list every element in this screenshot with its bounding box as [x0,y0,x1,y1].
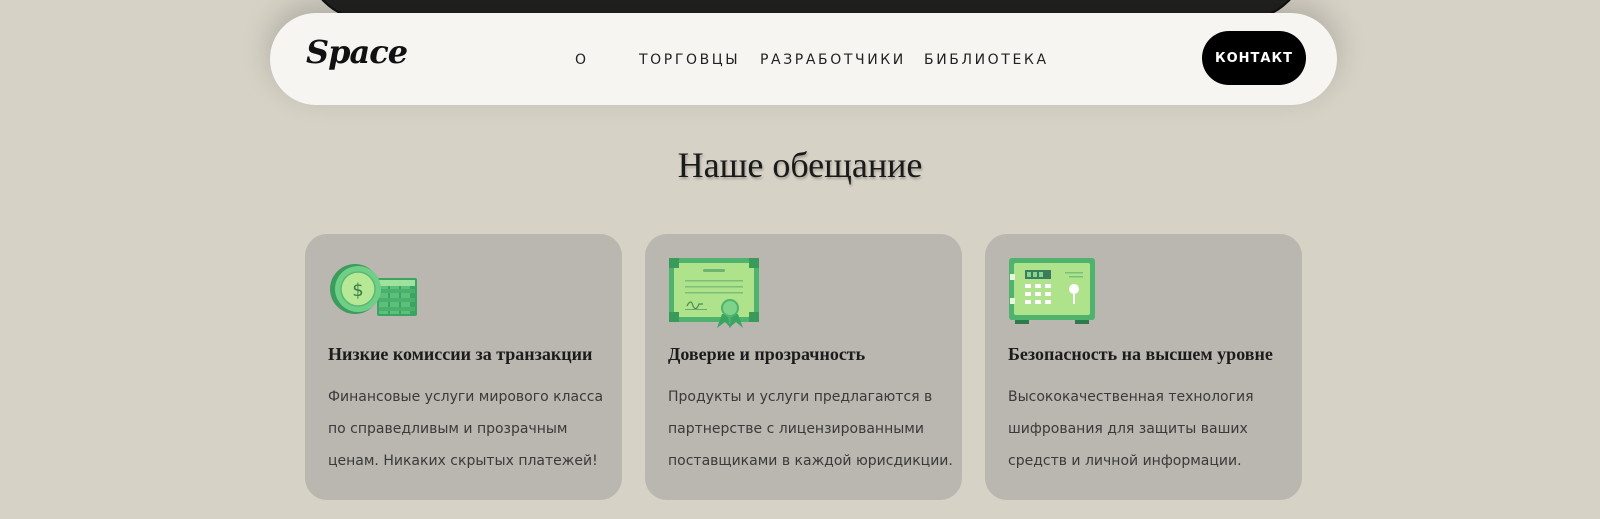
nav-link-about[interactable]: О [575,52,589,68]
coins-icon: $ [327,256,419,322]
certificate-icon [667,256,761,336]
card-text: Продукты и услуги предлагаются в партнер… [668,389,953,469]
card-title: Безопасность на высшем уровне [1008,344,1273,364]
safe-icon [1007,256,1097,332]
nav-link-library[interactable]: Библиотека [924,52,1049,68]
card-title: Доверие и прозрачность [668,344,866,364]
nav-link-developers[interactable]: Разработчики [760,52,906,68]
nav-link-merchants[interactable]: Торговцы [639,52,740,68]
feature-card-fees: $ Низкие комиссии за транзакции Финансов… [305,234,622,500]
card-text: Высококачественная технология шифрования… [1008,389,1254,469]
contact-button[interactable]: КОНТАКТ [1202,31,1306,85]
navbar: Space О Торговцы Разработчики Библиотека… [270,13,1337,105]
feature-card-security: Безопасность на высшем уровне Высококаче… [985,234,1302,500]
nav-links: О Торговцы Разработчики Библиотека [270,13,1337,105]
svg-text:$: $ [352,280,363,301]
feature-card-trust: Доверие и прозрачность Продукты и услуги… [645,234,962,500]
card-title: Низкие комиссии за транзакции [328,344,593,364]
section-title: Наше обещание [677,145,923,185]
card-text: Финансовые услуги мирового класса по спр… [328,389,604,469]
